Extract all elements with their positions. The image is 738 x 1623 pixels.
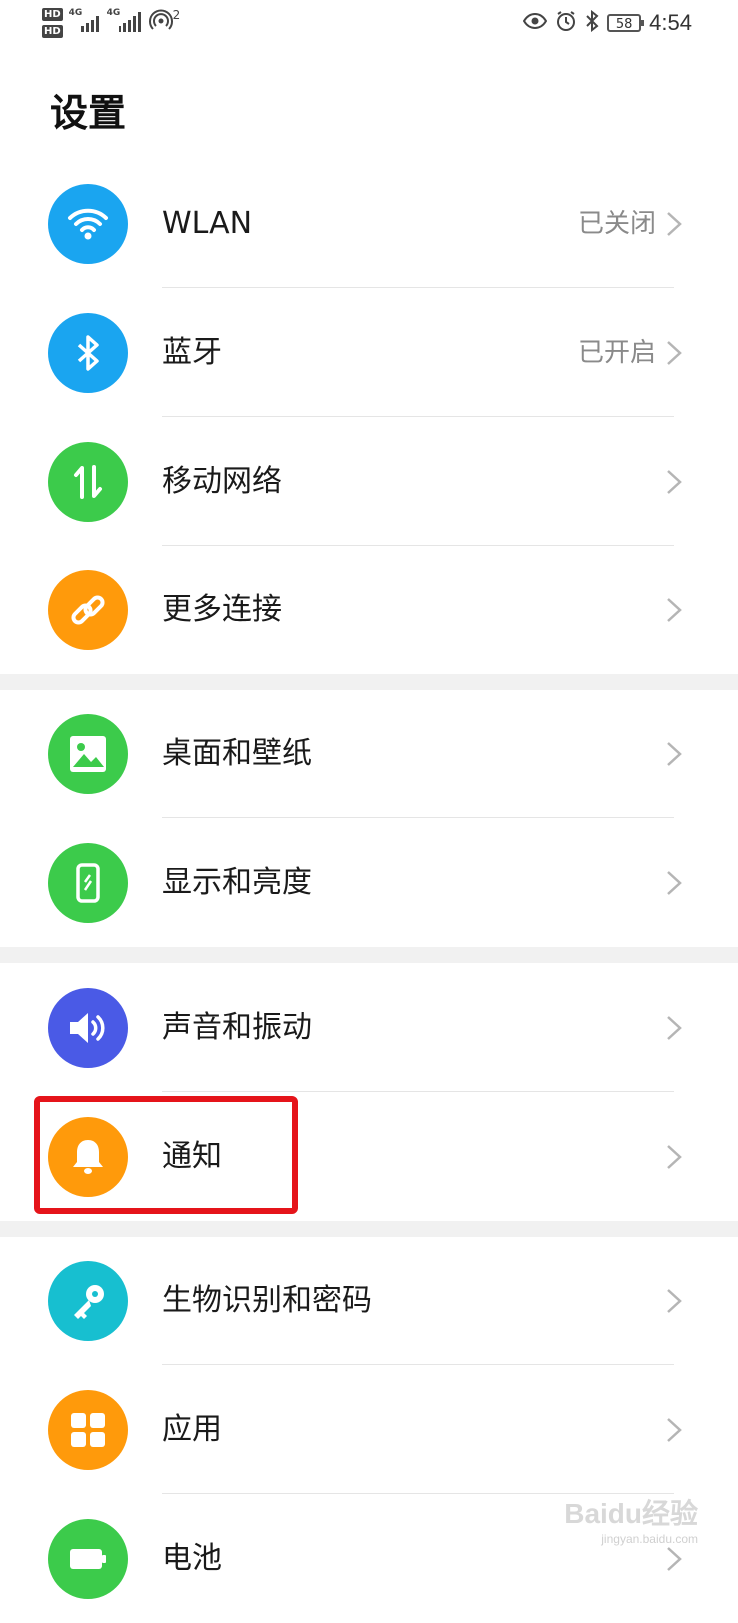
watermark-logo: Baidu经验 [564,1498,698,1529]
settings-item-wlan[interactable]: WLAN 已关闭 [0,160,738,288]
wifi-icon [48,184,128,264]
settings-item-apps[interactable]: 应用 [0,1366,738,1494]
apps-grid-icon [48,1390,128,1470]
divider [162,817,674,818]
settings-item-bluetooth[interactable]: 蓝牙 已开启 [0,289,738,417]
divider [162,287,674,288]
signal-icon-2: 4G [107,8,141,32]
item-label: 应用 [162,1412,222,1447]
mobile-data-icon [48,442,128,522]
clock: 4:54 [649,10,692,35]
divider [162,416,674,417]
hd-voice-icon-2: HD [42,25,63,38]
bluetooth-icon [48,313,128,393]
hd-voice-icon-1: HD [42,8,63,21]
alarm-icon [555,10,577,36]
chevron-right-icon [667,1145,682,1169]
section-separator [0,1221,738,1237]
item-label: 移动网络 [162,464,282,499]
section-separator [0,947,738,963]
settings-item-more-connections[interactable]: 更多连接 [0,546,738,674]
phone-display-icon [48,843,128,923]
settings-item-biometrics[interactable]: 生物识别和密码 [0,1237,738,1365]
status-bar: HD HD 4G 4G 2 58 4:54 [0,0,738,56]
divider [162,1091,674,1092]
page-title: 设置 [50,91,127,135]
chevron-right-icon [667,1418,682,1442]
highlight-box [34,1096,298,1214]
hotspot-count: 2 [172,8,181,22]
chevron-right-icon [667,341,682,365]
item-label: 更多连接 [162,592,282,627]
chevron-right-icon [667,598,682,622]
item-label: 桌面和壁纸 [162,736,312,771]
hotspot-icon: 2 [148,8,181,32]
battery-icon [48,1519,128,1599]
item-label: 电池 [162,1541,222,1576]
item-label: 生物识别和密码 [162,1283,372,1318]
battery-indicator: 58 [607,14,645,32]
section-separator [0,674,738,690]
chevron-right-icon [667,212,682,236]
settings-item-mobile-network[interactable]: 移动网络 [0,418,738,546]
item-label: 声音和振动 [162,1010,312,1045]
speaker-icon [48,988,128,1068]
chevron-right-icon [667,470,682,494]
link-icon [48,570,128,650]
item-status: 已关闭 [577,209,656,239]
chevron-right-icon [667,871,682,895]
chevron-right-icon [667,1289,682,1313]
item-label: 蓝牙 [162,335,222,370]
divider [162,1364,674,1365]
chevron-right-icon [667,742,682,766]
item-label: WLAN [162,206,253,241]
key-icon [48,1261,128,1341]
bluetooth-status-icon [585,9,599,36]
signal-icon-1: 4G [69,8,99,32]
image-icon [48,714,128,794]
settings-item-wallpaper[interactable]: 桌面和壁纸 [0,690,738,818]
chevron-right-icon [667,1016,682,1040]
chevron-right-icon [667,1547,682,1571]
eye-comfort-icon [523,12,548,34]
item-status: 已开启 [577,338,656,368]
settings-item-sound[interactable]: 声音和振动 [0,964,738,1092]
item-label: 显示和亮度 [162,865,312,900]
settings-item-display[interactable]: 显示和亮度 [0,819,738,947]
watermark-url: jingyan.baidu.com [601,1532,698,1546]
